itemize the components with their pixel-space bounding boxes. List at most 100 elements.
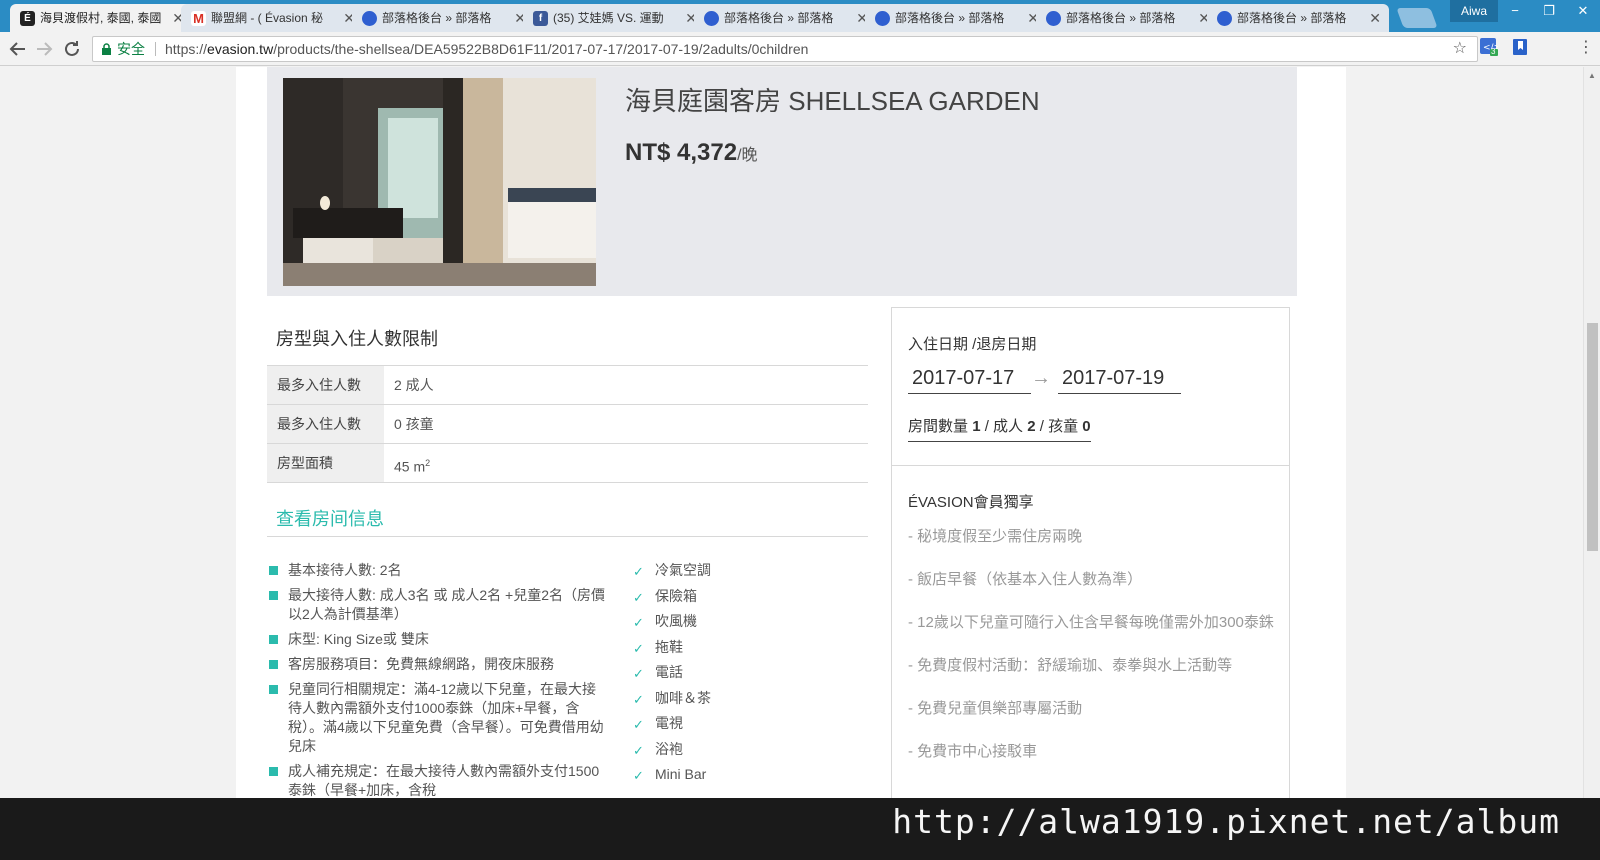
bookmark-star-icon[interactable]: ☆ xyxy=(1453,37,1467,61)
new-tab-button[interactable] xyxy=(1396,8,1438,28)
feature-text: 成人補充規定：在最大接待人數內需額外支付1500泰銖（早餐+加床，含稅 xyxy=(288,763,600,798)
guest-selector[interactable]: 房間數量 1 / 成人 2 / 孩童 0 xyxy=(908,415,1091,442)
minimize-button[interactable]: − xyxy=(1498,0,1532,22)
price-amount: NT$ 4,372 xyxy=(625,139,738,166)
perk-item: - 12歲以下兒童可隨行入住含早餐每晚僅需外加300泰銖 xyxy=(908,614,1274,631)
check-icon: ✓ xyxy=(633,589,644,605)
feature-text: 床型: King Size或 雙床 xyxy=(288,631,429,647)
check-icon: ✓ xyxy=(633,564,644,579)
url-text[interactable]: https://evasion.tw/products/the-shellsea… xyxy=(165,37,808,61)
amenity-item: ✓ 保險箱 xyxy=(633,587,711,613)
check-icon: ✓ xyxy=(633,640,644,656)
square-bullet-icon xyxy=(269,685,278,694)
fb-favicon-icon: f xyxy=(533,11,548,26)
restore-button[interactable]: ❐ xyxy=(1532,0,1566,22)
rooms-label: 房間數量 xyxy=(908,418,969,435)
extension-bookmark-icon[interactable] xyxy=(1512,38,1530,56)
watermark-text: http://alwa1919.pixnet.net/album xyxy=(892,802,1560,841)
perk-item: - 免費市中心接駁車 xyxy=(908,743,1038,760)
amenity-list: ✓ 冷氣空調 ✓ 保險箱 ✓ 吹風機 ✓ 拖鞋 ✓ 電話 ✓ 咖啡＆茶 ✓ 電視 ✓ 浴袍 ✓ Mini Bar xyxy=(633,561,711,791)
spec-value: 45 m2 xyxy=(394,444,430,486)
children-label: 孩童 xyxy=(1048,418,1079,435)
close-tab-icon[interactable]: ✕ xyxy=(1369,4,1381,32)
spec-value-text: 45 m xyxy=(394,458,426,475)
profile-button[interactable]: Aiwa xyxy=(1450,0,1498,22)
amenity-item: ✓ 電話 xyxy=(633,663,711,689)
amenity-text: Mini Bar xyxy=(655,766,707,782)
view-room-divider xyxy=(267,536,868,537)
list-item: 最大接待人數: 成人3名 或 成人2名 +兒童2名（房價以2人為計價基準） xyxy=(267,586,607,624)
amenity-item: ✓ 吹風機 xyxy=(633,612,711,638)
amenity-text: 咖啡＆茶 xyxy=(655,689,711,706)
browser-tab[interactable]: 部落格後台 » 部落格 ✕ xyxy=(352,4,534,32)
table-row: 房型面積 45 m2 xyxy=(267,444,868,483)
url-path: /products/the-shellsea/DEA59522B8D61F11/… xyxy=(273,41,809,57)
blog-favicon-icon xyxy=(1046,11,1061,26)
spec-value: 2 成人 xyxy=(394,366,434,404)
room-photo xyxy=(283,78,596,286)
rooms-count: 1 xyxy=(972,418,981,435)
browser-tab[interactable]: 部落格後台 » 部落格 ✕ xyxy=(694,4,876,32)
list-item: 基本接待人數: 2名 xyxy=(267,561,607,580)
tab-title: 部落格後台 » 部落格 xyxy=(895,11,1005,25)
date-label: 入住日期 /退房日期 xyxy=(908,336,1037,353)
lock-icon xyxy=(102,43,111,55)
extension-badge: 3 xyxy=(1491,47,1496,56)
feature-text: 最大接待人數: 成人3名 或 成人2名 +兒童2名（房價以2人為計價基準） xyxy=(288,587,605,622)
scrollbar-thumb[interactable] xyxy=(1587,323,1598,551)
spec-value-superscript: 2 xyxy=(425,458,431,468)
browser-tab[interactable]: 部落格後台 » 部落格 ✕ xyxy=(865,4,1047,32)
table-row: 最多入住人數 2 成人 xyxy=(267,366,868,405)
browser-tab[interactable]: 部落格後台 » 部落格 ✕ xyxy=(1036,4,1218,32)
tab-title: 部落格後台 » 部落格 xyxy=(1237,11,1347,25)
amenity-text: 冷氣空調 xyxy=(655,562,711,578)
scroll-up-icon[interactable]: ▲ xyxy=(1588,71,1596,80)
square-bullet-icon xyxy=(269,635,278,644)
browser-tab[interactable]: f (35) 艾娃媽 VS. 運動 ✕ xyxy=(523,4,705,32)
extension-code-icon[interactable]: </> 3 xyxy=(1480,38,1501,56)
secure-label: 安全 xyxy=(117,41,145,57)
back-arrow-icon[interactable] xyxy=(6,37,30,61)
checkout-date-field[interactable]: 2017-07-19 xyxy=(1058,363,1181,394)
browser-tab[interactable]: É 海貝渡假村, 泰國, 泰國 ✕ xyxy=(10,4,192,32)
amenity-text: 吹風機 xyxy=(655,613,697,629)
amenity-item: ✓ 咖啡＆茶 xyxy=(633,689,711,715)
check-icon: ✓ xyxy=(633,615,644,630)
check-icon: ✓ xyxy=(633,666,644,681)
adults-count: 2 xyxy=(1027,418,1036,435)
tab-title: 海貝渡假村, 泰國, 泰國 xyxy=(40,11,162,25)
close-window-button[interactable]: ✕ xyxy=(1566,0,1600,22)
adults-label: 成人 xyxy=(993,418,1024,435)
spec-value-text: 2 成人 xyxy=(394,377,434,393)
room-limits-title: 房型與入住人數限制 xyxy=(276,329,438,349)
member-perks-list: - 秘境度假至少需住房兩晚 - 飯店早餐（依基本入住人數為準） - 12歲以下兒童可… xyxy=(908,523,1278,781)
perk-item: - 飯店早餐（依基本入住人數為準） xyxy=(908,571,1143,588)
address-bar[interactable]: 安全 https://evasion.tw/products/the-shell… xyxy=(92,36,1478,62)
member-perks-title: ÉVASION會員獨享 xyxy=(908,494,1034,511)
watermark-bar: http://alwa1919.pixnet.net/album xyxy=(0,798,1600,860)
amenity-text: 拖鞋 xyxy=(655,638,683,655)
spec-value-text: 0 孩童 xyxy=(394,416,434,432)
omnibox-separator xyxy=(155,42,156,56)
browser-tab[interactable]: M 聯盟網 - ( Évasion 秘 ✕ xyxy=(181,4,363,32)
blog-favicon-icon xyxy=(362,11,377,26)
checkin-date-field[interactable]: 2017-07-17 xyxy=(908,363,1031,394)
blog-favicon-icon xyxy=(875,11,890,26)
spec-label: 最多入住人數 xyxy=(267,405,384,443)
page-scrollbar[interactable]: ▲ xyxy=(1583,67,1600,860)
forward-arrow-icon[interactable] xyxy=(32,37,56,61)
browser-menu-icon[interactable]: ⋮ xyxy=(1578,38,1594,58)
view-room-info-link[interactable]: 查看房间信息 xyxy=(276,505,384,531)
tab-title: 部落格後台 » 部落格 xyxy=(382,11,492,25)
tab-title: 部落格後台 » 部落格 xyxy=(1066,11,1176,25)
square-bullet-icon xyxy=(269,767,278,776)
room-header: 海貝庭園客房 SHELLSEA GARDEN NT$ 4,372/晚 xyxy=(267,67,1297,296)
feature-text: 客房服務項目：免費無線網路，開夜床服務 xyxy=(288,656,554,672)
amenity-text: 電話 xyxy=(655,664,683,680)
spec-value: 0 孩童 xyxy=(394,405,434,443)
perk-item: - 免費度假村活動：舒緩瑜珈、泰拳與水上活動等 xyxy=(908,657,1233,674)
amenity-text: 電視 xyxy=(655,715,683,731)
url-host: evasion.tw xyxy=(207,41,274,57)
browser-tab[interactable]: 部落格後台 » 部落格 ✕ xyxy=(1207,4,1389,32)
reload-icon[interactable] xyxy=(60,37,84,61)
